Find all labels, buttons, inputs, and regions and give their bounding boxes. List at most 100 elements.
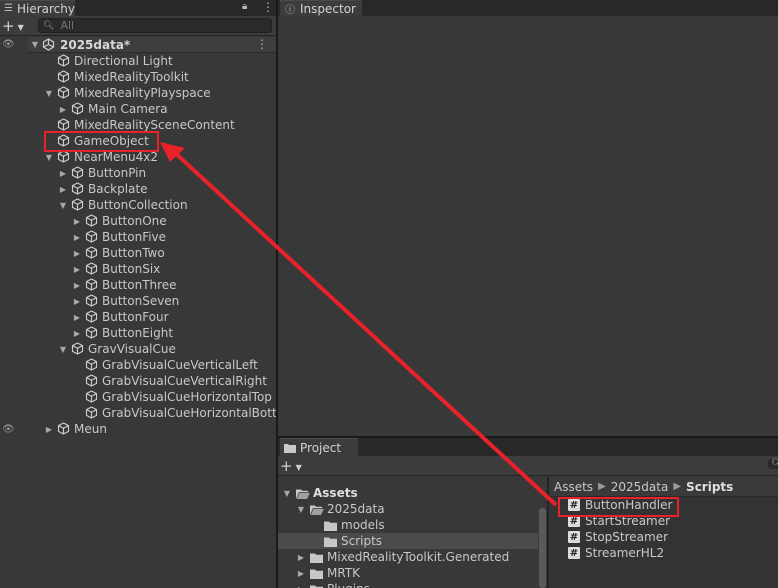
- hier-item-buttontwo[interactable]: ▶ ButtonTwo: [72, 245, 165, 261]
- hier-item-main-camera[interactable]: ▶ Main Camera: [58, 101, 168, 117]
- project-toolbar: + ▼ 🔍︎: [278, 456, 778, 476]
- hier-item-label: NearMenu4x2: [74, 150, 158, 164]
- hier-item-label: ButtonFive: [102, 230, 167, 244]
- hier-item-label: ButtonPin: [88, 166, 147, 180]
- fold-arrow-icon[interactable]: ▼: [282, 489, 292, 498]
- hierarchy-search[interactable]: 🔍︎: [38, 18, 272, 33]
- tree-scrollbar[interactable]: [539, 508, 546, 588]
- inspector-panel: ⓘ Inspector: [278, 0, 778, 436]
- hier-item-buttoncollection[interactable]: ▼ ButtonCollection: [58, 197, 188, 213]
- script-file-item[interactable]: # StreamerHL2: [568, 545, 664, 561]
- fold-arrow-icon[interactable]: ▶: [72, 217, 82, 226]
- fold-arrow-icon[interactable]: ▶: [58, 185, 68, 194]
- fold-arrow-icon[interactable]: ▼: [296, 505, 306, 514]
- hier-item-grabvisualcueverticalleft[interactable]: GrabVisualCueVerticalLeft: [72, 357, 258, 373]
- hier-item-meun[interactable]: ▶ Meun: [44, 421, 107, 437]
- tree-item-2025data[interactable]: ▼ 2025data: [278, 501, 538, 517]
- fold-arrow-icon[interactable]: ▶: [296, 553, 306, 562]
- hier-item-grabvisualcuehorizontaltop[interactable]: GrabVisualCueHorizontalTop: [72, 389, 272, 405]
- gameobject-cube-icon: [71, 182, 85, 196]
- fold-arrow-icon[interactable]: ▼: [58, 201, 68, 210]
- breadcrumb-scripts[interactable]: Scripts: [686, 480, 733, 494]
- hier-item-label: MixedRealitySceneContent: [74, 118, 235, 132]
- hier-item-label: GrabVisualCueHorizontalTop: [102, 390, 272, 404]
- hier-item-buttonseven[interactable]: ▶ ButtonSeven: [72, 293, 179, 309]
- tab-project[interactable]: Project: [280, 438, 358, 456]
- hier-item-mixedrealitytoolkit[interactable]: MixedRealityToolkit: [44, 69, 189, 85]
- hier-item-label: ButtonEight: [102, 326, 174, 340]
- fold-arrow-icon[interactable]: ▼: [58, 345, 68, 354]
- fold-arrow-icon[interactable]: ▶: [72, 249, 82, 258]
- project-splitter[interactable]: [547, 477, 549, 588]
- gameobject-cube-icon: [85, 214, 99, 228]
- breadcrumb-2025data[interactable]: 2025data: [611, 480, 669, 494]
- tree-item-scripts[interactable]: Scripts: [278, 533, 538, 549]
- fold-arrow-icon[interactable]: ▶: [72, 265, 82, 274]
- tree-item-mixedrealitytoolkit-generated[interactable]: ▶ MixedRealityToolkit.Generated: [278, 549, 538, 565]
- hier-item-backplate[interactable]: ▶ Backplate: [58, 181, 148, 197]
- hier-item-buttonpin[interactable]: ▶ ButtonPin: [58, 165, 146, 181]
- tree-item-label: Assets: [313, 486, 358, 500]
- tree-item-assets[interactable]: ▼ Assets: [278, 485, 538, 501]
- hier-item-buttonone[interactable]: ▶ ButtonOne: [72, 213, 167, 229]
- hier-item-buttonthree[interactable]: ▶ ButtonThree: [72, 277, 177, 293]
- hierarchy-toolbar: + ▼ 🔍︎: [0, 16, 276, 36]
- hier-item-buttonsix[interactable]: ▶ ButtonSix: [72, 261, 160, 277]
- search-input[interactable]: [60, 19, 241, 32]
- tree-item-plugins[interactable]: ▶ Plugins: [278, 581, 538, 588]
- hier-item-label: MixedRealityToolkit: [74, 70, 189, 84]
- fold-arrow-icon[interactable]: ▶: [58, 105, 68, 114]
- script-file-item[interactable]: # StopStreamer: [568, 529, 668, 545]
- fold-arrow-icon[interactable]: ▶: [58, 169, 68, 178]
- fold-arrow-icon[interactable]: ▶: [72, 233, 82, 242]
- scene-visibility-icon[interactable]: 👁︎: [2, 39, 15, 50]
- fold-arrow-icon[interactable]: ▶: [72, 297, 82, 306]
- annotation-box-gameobject: [44, 131, 159, 152]
- create-button[interactable]: + ▼: [2, 17, 30, 35]
- hier-item-buttoneight[interactable]: ▶ ButtonEight: [72, 325, 173, 341]
- lock-icon[interactable]: 🔒︎: [242, 1, 247, 12]
- hier-item-buttonfour[interactable]: ▶ ButtonFour: [72, 309, 169, 325]
- breadcrumb-assets[interactable]: Assets: [554, 480, 593, 494]
- gameobject-cube-icon: [85, 230, 99, 244]
- gameobject-cube-icon: [57, 118, 71, 132]
- hidden-icon[interactable]: 👁︎: [2, 424, 15, 435]
- folder-icon: [310, 584, 323, 588]
- hier-item-label: Meun: [74, 422, 107, 436]
- inspector-tabbar: ⓘ Inspector: [278, 0, 778, 16]
- search-icon[interactable]: 🔍︎: [768, 459, 778, 469]
- hier-item-label: ButtonSix: [102, 262, 161, 276]
- tab-inspector[interactable]: ⓘ Inspector: [280, 0, 362, 16]
- scene-row[interactable]: ▼ 2025data* ⋮: [28, 37, 276, 53]
- fold-arrow-icon[interactable]: ▶: [72, 281, 82, 290]
- list-icon: ☰: [4, 3, 13, 14]
- fold-arrow-icon[interactable]: ▶: [296, 569, 306, 578]
- tab-hierarchy[interactable]: ☰ Hierarchy: [0, 0, 75, 16]
- fold-arrow-icon[interactable]: ▶: [72, 329, 82, 338]
- gameobject-cube-icon: [71, 102, 85, 116]
- tree-item-mrtk[interactable]: ▶ MRTK: [278, 565, 538, 581]
- gameobject-cube-icon: [71, 198, 85, 212]
- more-options-icon[interactable]: ⋮: [262, 0, 274, 14]
- folder-icon: [324, 536, 337, 547]
- hier-item-grabvisualcueverticalright[interactable]: GrabVisualCueVerticalRight: [72, 373, 267, 389]
- create-asset-button[interactable]: + ▼: [280, 457, 308, 475]
- tree-item-models[interactable]: models: [278, 517, 538, 533]
- gameobject-cube-icon: [71, 342, 85, 356]
- fold-arrow-icon[interactable]: ▼: [44, 153, 54, 162]
- fold-arrow-icon[interactable]: ▼: [30, 40, 40, 49]
- fold-arrow-icon[interactable]: ▶: [296, 585, 306, 588]
- hier-item-buttonfive[interactable]: ▶ ButtonFive: [72, 229, 166, 245]
- gameobject-cube-icon: [85, 406, 99, 420]
- scene-menu-icon[interactable]: ⋮: [256, 37, 268, 51]
- hier-item-label: ButtonOne: [102, 214, 167, 228]
- hier-item-grabvisualcuehorizontalbotto[interactable]: GrabVisualCueHorizontalBotto: [72, 405, 284, 421]
- fold-arrow-icon[interactable]: ▶: [44, 425, 54, 434]
- fold-arrow-icon[interactable]: ▼: [44, 89, 54, 98]
- gameobject-cube-icon: [85, 262, 99, 276]
- fold-arrow-icon[interactable]: ▶: [72, 313, 82, 322]
- chevron-down-icon: ▼: [17, 22, 24, 32]
- hier-item-gravvisualcue[interactable]: ▼ GravVisualCue: [58, 341, 176, 357]
- hier-item-mixedrealityplayspace[interactable]: ▼ MixedRealityPlayspace: [44, 85, 211, 101]
- hier-item-directional-light[interactable]: Directional Light: [44, 53, 173, 69]
